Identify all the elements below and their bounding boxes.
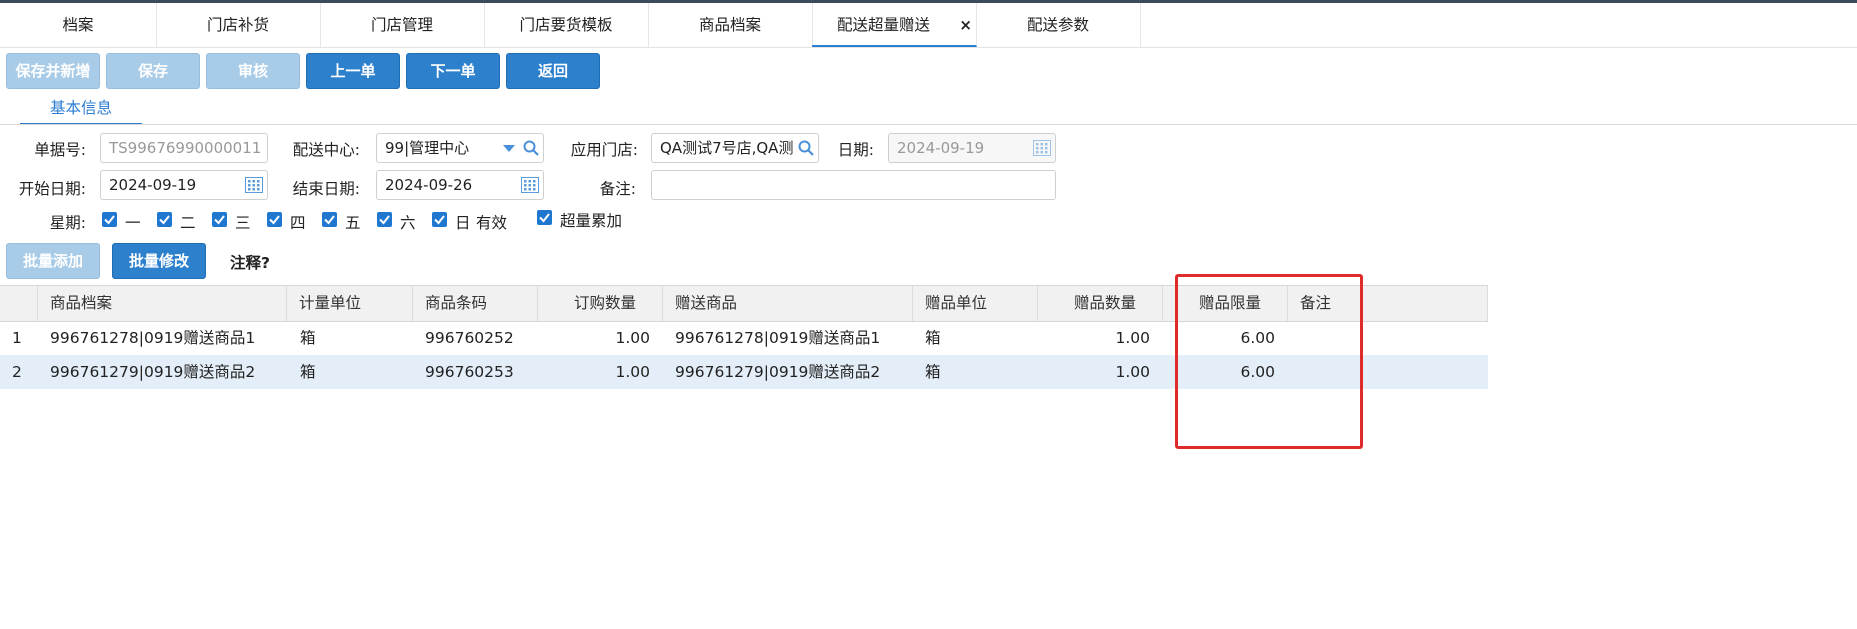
cell-gift-qty[interactable]: 1.00 (1038, 355, 1150, 389)
cell-gift-unit[interactable]: 箱 (925, 355, 941, 389)
excess-accumulate-label: 超量累加 (560, 212, 623, 230)
cell-barcode[interactable]: 996760252 (425, 321, 514, 355)
cell-product[interactable]: 996761278|0919赠送商品1 (50, 321, 255, 355)
store-label: 应用门店: (570, 141, 638, 159)
cell-gift-unit[interactable]: 箱 (925, 321, 941, 355)
tab-label: 门店管理 (370, 16, 433, 34)
batch-edit-button[interactable]: 批量修改 (112, 243, 206, 279)
row-index: 2 (12, 363, 22, 381)
end-date-label: 结束日期: (292, 180, 360, 198)
weekday-label: 一 (125, 214, 141, 232)
search-icon[interactable] (798, 140, 814, 156)
highlight-box (1175, 274, 1363, 449)
back-button[interactable]: 返回 (506, 53, 600, 89)
cell-gift-qty[interactable]: 1.00 (1038, 321, 1150, 355)
center-value: 99|管理中心 (385, 139, 470, 157)
tab-store-management[interactable]: 门店管理 (320, 3, 485, 47)
col-index-header (0, 286, 38, 321)
checkbox-tue[interactable] (157, 212, 172, 227)
col-header[interactable]: 赠品单位 (913, 286, 1038, 321)
cell-product[interactable]: 996761279|0919赠送商品2 (50, 355, 255, 389)
calendar-icon[interactable] (245, 177, 263, 193)
doc-no-field[interactable]: TS99676990000011 (100, 133, 268, 163)
col-header[interactable]: 赠品数量 (1038, 286, 1163, 321)
calendar-icon[interactable] (521, 177, 539, 193)
checkbox-thu[interactable] (267, 212, 282, 227)
center-select[interactable]: 99|管理中心 (376, 133, 544, 163)
start-date-label: 开始日期: (18, 180, 86, 198)
tab-basic-info[interactable]: 基本信息 (20, 93, 142, 125)
tab-label: 门店要货模板 (519, 16, 613, 34)
cell-barcode[interactable]: 996760253 (425, 355, 514, 389)
col-header[interactable]: 赠送商品 (663, 286, 913, 321)
date-field[interactable]: 2024-09-19 (888, 133, 1056, 163)
search-icon[interactable] (523, 140, 539, 156)
weekday-label: 日 (455, 214, 471, 232)
cell-qty[interactable]: 1.00 (538, 355, 650, 389)
date-label: 日期: (837, 141, 874, 159)
weekday-label: 五 (345, 214, 361, 232)
weekday-label: 六 (400, 214, 416, 232)
tab-product-archive[interactable]: 商品档案 (648, 3, 813, 47)
tab-store-order-template[interactable]: 门店要货模板 (484, 3, 649, 47)
checkbox-mon[interactable] (102, 212, 117, 227)
end-date-field[interactable]: 2024-09-26 (376, 170, 544, 200)
tab-label: 档案 (62, 16, 94, 34)
checkbox-wed[interactable] (212, 212, 227, 227)
week-label: 星期: (49, 214, 86, 232)
close-icon[interactable]: × (959, 3, 972, 47)
row-index: 1 (12, 329, 22, 347)
col-header[interactable]: 订购数量 (538, 286, 663, 321)
weekday-label: 四 (290, 214, 306, 232)
note-help[interactable]: 注释? (230, 251, 270, 273)
end-date-value: 2024-09-26 (385, 176, 473, 194)
weekday-label: 二 (180, 214, 196, 232)
batch-add-button[interactable]: 批量添加 (6, 243, 100, 279)
dropdown-arrow-icon[interactable] (503, 145, 515, 153)
cell-qty[interactable]: 1.00 (538, 321, 650, 355)
col-header[interactable]: 商品档案 (38, 286, 287, 321)
date-value: 2024-09-19 (897, 139, 985, 157)
checkbox-sat[interactable] (377, 212, 392, 227)
tab-delivery-excess-gift[interactable]: 配送超量赠送 × (812, 3, 977, 47)
tab-archive[interactable]: 档案 (0, 3, 157, 47)
save-button[interactable]: 保存 (106, 53, 200, 89)
tab-store-replenish[interactable]: 门店补货 (156, 3, 321, 47)
valid-label: 有效 (476, 214, 508, 232)
tab-label: 商品档案 (698, 16, 761, 34)
col-header[interactable]: 商品条码 (413, 286, 538, 321)
cell-unit[interactable]: 箱 (300, 321, 316, 355)
weekday-label: 三 (235, 214, 251, 232)
tab-label: 配送参数 (1026, 16, 1089, 34)
remark-label: 备注: (599, 180, 636, 198)
checkbox-excess-accumulate[interactable] (537, 210, 552, 225)
next-doc-button[interactable]: 下一单 (406, 53, 500, 89)
checkbox-sun[interactable] (432, 212, 447, 227)
store-value: QA测试7号店,QA测 (660, 139, 794, 157)
start-date-value: 2024-09-19 (109, 176, 197, 194)
checkbox-fri[interactable] (322, 212, 337, 227)
store-field[interactable]: QA测试7号店,QA测 (651, 133, 819, 163)
cell-unit[interactable]: 箱 (300, 355, 316, 389)
start-date-field[interactable]: 2024-09-19 (100, 170, 268, 200)
tab-label: 门店补货 (206, 16, 269, 34)
tab-label: 配送超量赠送 (837, 16, 931, 34)
calendar-icon[interactable] (1033, 140, 1051, 156)
center-label: 配送中心: (292, 141, 360, 159)
col-header[interactable]: 计量单位 (287, 286, 413, 321)
tab-delivery-params[interactable]: 配送参数 (976, 3, 1141, 47)
cell-gift[interactable]: 996761279|0919赠送商品2 (675, 355, 880, 389)
prev-doc-button[interactable]: 上一单 (306, 53, 400, 89)
divider (0, 124, 1857, 125)
doc-no-label: 单据号: (34, 141, 86, 159)
tab-bar: 档案 门店补货 门店管理 门店要货模板 商品档案 配送超量赠送 × 配送参数 (0, 3, 1857, 48)
audit-button[interactable]: 审核 (206, 53, 300, 89)
remark-field[interactable] (651, 170, 1056, 200)
cell-gift[interactable]: 996761278|0919赠送商品1 (675, 321, 880, 355)
save-and-new-button[interactable]: 保存并新增 (6, 53, 100, 89)
